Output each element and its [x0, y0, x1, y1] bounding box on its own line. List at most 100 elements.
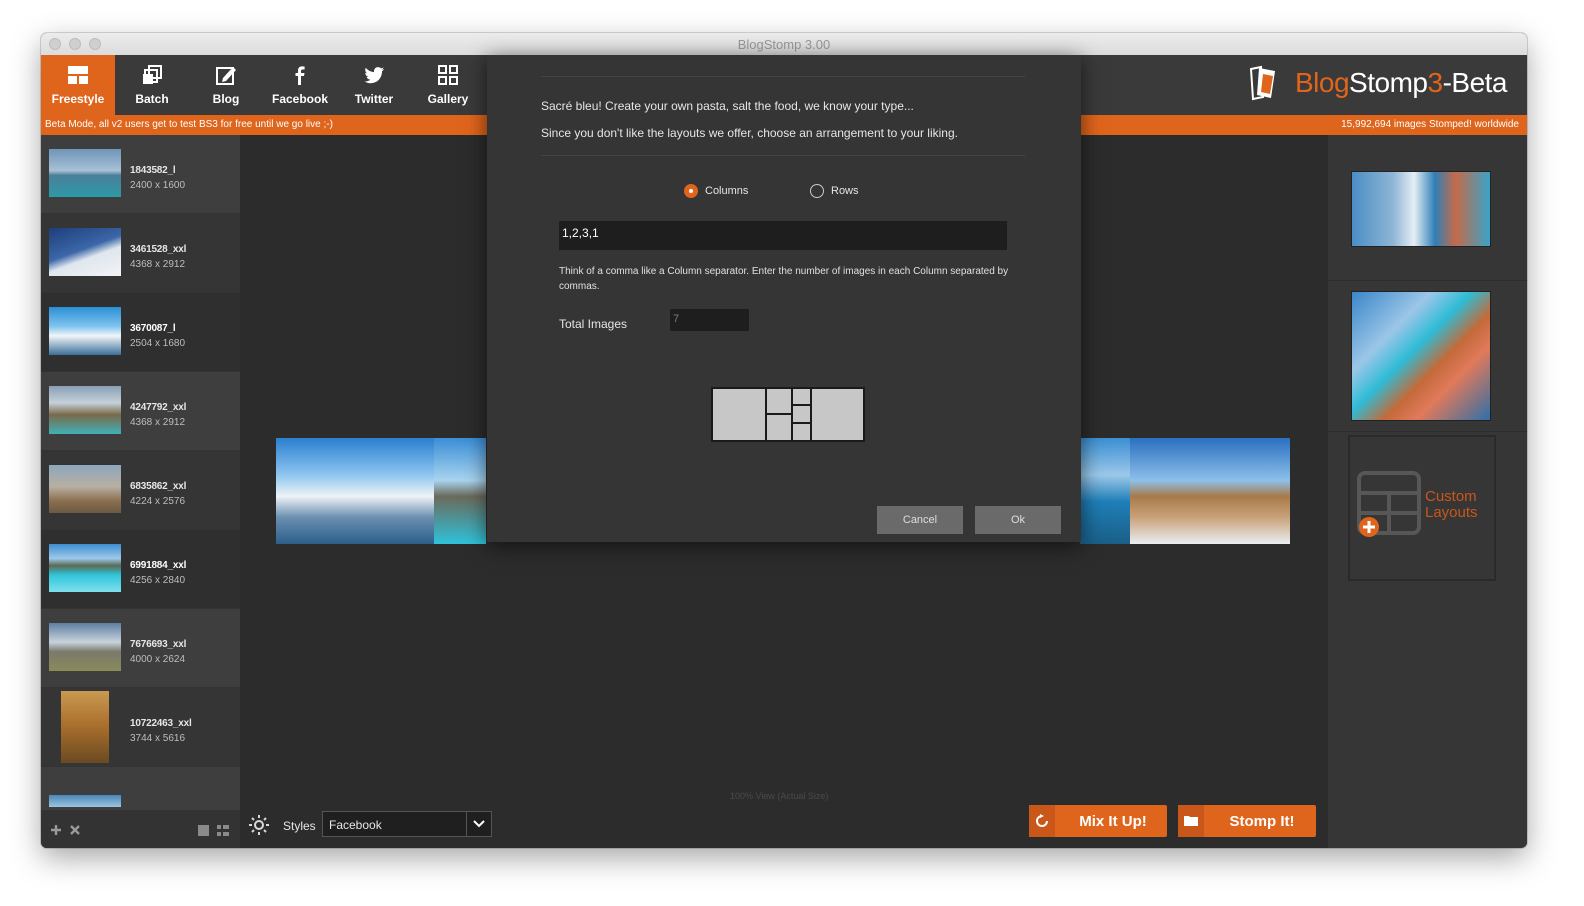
- columns-radio[interactable]: [684, 184, 698, 198]
- title-bar: BlogStomp 3.00: [41, 33, 1527, 56]
- image-name: 1843582_l: [130, 165, 176, 176]
- remove-icon[interactable]: [69, 824, 81, 836]
- stomp-counter: 15,992,694 images Stomped! worldwide: [1341, 119, 1519, 130]
- divider: [541, 76, 1025, 77]
- dialog-instruction-line: Since you don't like the layouts we offe…: [541, 126, 958, 140]
- sidebar-footer: [41, 810, 240, 848]
- image-name: 6991884_xxl: [130, 560, 187, 571]
- image-list-item[interactable]: 3461528_xxl 4368 x 2912: [41, 214, 240, 293]
- image-name: 4247792_xxl: [130, 402, 187, 413]
- column-divider: [810, 389, 812, 440]
- folder-icon: [1184, 816, 1198, 826]
- tab-freestyle-label: Freestyle: [51, 92, 105, 106]
- grid-view-icon[interactable]: [198, 825, 209, 836]
- image-list-item[interactable]: 10722463_xxl 3744 x 5616: [41, 688, 240, 767]
- cancel-button[interactable]: Cancel: [877, 506, 963, 534]
- image-list-item[interactable]: 1843582_l 2400 x 1600: [41, 135, 240, 214]
- image-dimensions: 4000 x 2624: [130, 654, 186, 665]
- styles-label: Styles: [283, 819, 316, 833]
- layout-thumbnail: [1351, 171, 1491, 247]
- tab-batch[interactable]: Batch: [115, 55, 189, 115]
- tab-twitter-label: Twitter: [354, 92, 394, 106]
- tab-twitter[interactable]: Twitter: [337, 55, 411, 115]
- cell-divider: [791, 422, 812, 424]
- layout-option[interactable]: [1328, 135, 1527, 281]
- layout-preview-diagram: [711, 387, 865, 442]
- image-thumbnail: [49, 544, 121, 592]
- image-list-item[interactable]: [41, 767, 240, 811]
- rows-radio-label: Rows: [831, 185, 859, 197]
- tab-blog[interactable]: Blog: [189, 55, 263, 115]
- image-dimensions: 2400 x 1600: [130, 180, 186, 191]
- tab-gallery-label: Gallery: [427, 92, 469, 106]
- list-view-icon[interactable]: [217, 825, 229, 836]
- stomp-logo-icon: [1249, 65, 1275, 101]
- image-list-item[interactable]: 3670087_l 2504 x 1680: [41, 293, 240, 372]
- app-logo: BlogStomp3-Beta: [1247, 65, 1508, 105]
- total-images-field: 7: [670, 309, 749, 331]
- preview-image: [1130, 438, 1290, 544]
- image-list-item[interactable]: 4247792_xxl 4368 x 2912: [41, 372, 240, 451]
- facebook-icon: [295, 66, 305, 85]
- gallery-icon: [438, 65, 458, 85]
- chevron-down-icon: [473, 820, 485, 828]
- custom-layout-icon: [1357, 471, 1421, 537]
- image-list-item[interactable]: 7676693_xxl 4000 x 2624: [41, 609, 240, 688]
- image-thumbnail: [49, 149, 121, 197]
- stomp-it-label: Stomp It!: [1229, 813, 1295, 830]
- arrangement-input[interactable]: 1,2,3,1: [559, 221, 1007, 250]
- image-list-item[interactable]: 6991884_xxl 4256 x 2840: [41, 530, 240, 609]
- tab-freestyle[interactable]: Freestyle: [41, 55, 115, 115]
- refresh-icon-wrap: [1029, 805, 1055, 837]
- tab-facebook-label: Facebook: [271, 92, 328, 106]
- tab-facebook[interactable]: Facebook: [263, 55, 337, 115]
- app-window: BlogStomp 3.00 Freestyle Batch Blog Face…: [41, 33, 1527, 848]
- image-dimensions: 4256 x 2840: [130, 575, 186, 586]
- sun-icon[interactable]: [249, 815, 269, 835]
- image-name: 3670087_l: [130, 323, 176, 334]
- stomp-it-button[interactable]: Stomp It!: [1178, 805, 1316, 837]
- image-dimensions: 4368 x 2912: [130, 259, 186, 270]
- image-thumbnail: [49, 795, 121, 807]
- total-images-value: 7: [673, 313, 680, 325]
- custom-layouts-label: Custom Layouts: [1425, 488, 1478, 521]
- blog-icon: [216, 67, 236, 85]
- image-thumbnail: [49, 386, 121, 434]
- window-title: BlogStomp 3.00: [737, 37, 831, 52]
- arrangement-help-text: Think of a comma like a Column separator…: [559, 266, 1009, 292]
- image-name: 3461528_xxl: [130, 244, 187, 255]
- image-name: 6835862_xxl: [130, 481, 187, 492]
- tab-gallery[interactable]: Gallery: [411, 55, 485, 115]
- preview-image: [1080, 438, 1130, 544]
- image-list-item[interactable]: 6835862_xxl 4224 x 2576: [41, 451, 240, 530]
- image-thumbnail: [49, 465, 121, 513]
- total-images-label: Total Images: [559, 317, 628, 331]
- image-dimensions: 4224 x 2576: [130, 496, 186, 507]
- folder-icon-wrap: [1178, 805, 1204, 837]
- cell-divider: [791, 404, 812, 406]
- add-icon[interactable]: [50, 824, 62, 836]
- layout-thumbnail: [1351, 291, 1491, 421]
- mix-it-up-label: Mix It Up!: [1079, 813, 1147, 830]
- cell-divider: [765, 413, 792, 415]
- layout-option[interactable]: [1328, 281, 1527, 432]
- styles-dropdown[interactable]: Facebook: [322, 811, 492, 837]
- tab-blog-label: Blog: [212, 92, 240, 106]
- image-dimensions: 2504 x 1680: [130, 338, 186, 349]
- divider: [541, 155, 1025, 156]
- ok-button[interactable]: Ok: [975, 506, 1061, 534]
- image-name: 7676693_xxl: [130, 639, 187, 650]
- image-dimensions: 3744 x 5616: [130, 733, 186, 744]
- image-name: 10722463_xxl: [130, 718, 192, 729]
- custom-layout-dialog: Sacré bleu! Create your own pasta, salt …: [487, 55, 1081, 542]
- rows-radio[interactable]: [810, 184, 824, 198]
- freestyle-icon: [68, 66, 88, 84]
- image-thumbnail: [61, 691, 109, 763]
- dialog-intro-line: Sacré bleu! Create your own pasta, salt …: [541, 99, 914, 113]
- tab-batch-label: Batch: [135, 92, 169, 106]
- image-thumbnail: [49, 307, 121, 355]
- mix-it-up-button[interactable]: Mix It Up!: [1029, 805, 1167, 837]
- custom-layouts-button[interactable]: Custom Layouts: [1348, 435, 1496, 581]
- arrangement-value: 1,2,3,1: [562, 226, 599, 240]
- image-dimensions: 4368 x 2912: [130, 417, 186, 428]
